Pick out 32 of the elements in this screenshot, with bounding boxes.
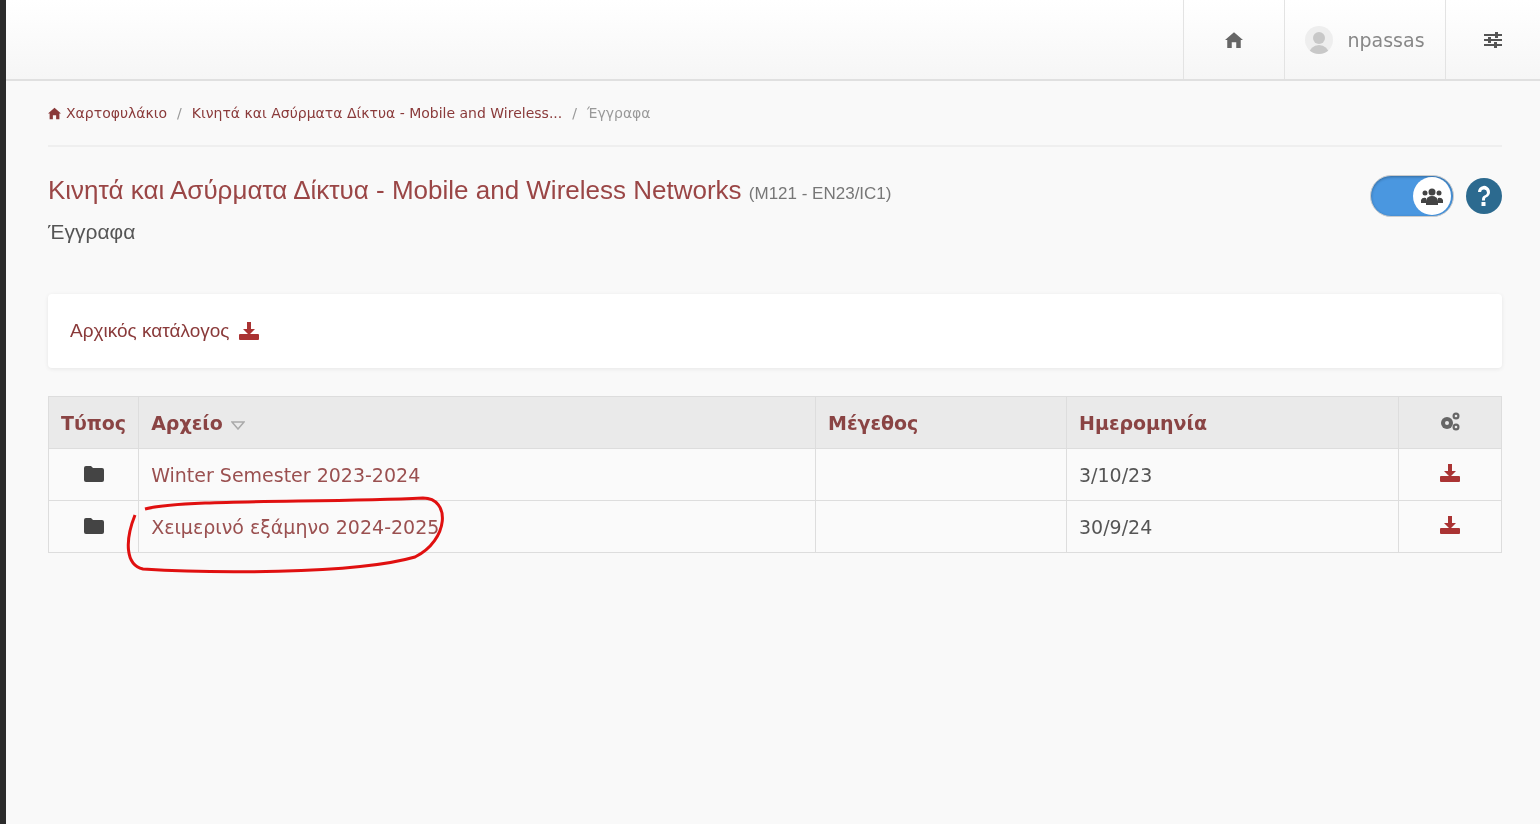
gears-icon: [1439, 410, 1461, 431]
folder-icon: [83, 465, 104, 482]
view-toggle[interactable]: [1370, 175, 1454, 217]
root-directory-link[interactable]: Αρχικός κατάλογος: [70, 320, 260, 342]
breadcrumb-separator: /: [177, 105, 182, 121]
folder-icon: [83, 517, 104, 534]
users-icon: [1421, 187, 1443, 205]
column-header[interactable]: Αρχείο: [138, 396, 816, 449]
avatar-icon: [1305, 25, 1334, 54]
download-icon[interactable]: [1440, 463, 1460, 482]
sliders-icon: [1484, 31, 1502, 48]
download-icon: [239, 322, 260, 340]
page-subtitle: Έγγραφα: [48, 220, 137, 244]
folder-link[interactable]: Χειμερινό εξάμηνο 2024-2025: [151, 515, 440, 538]
date-cell: 3/10/23: [1066, 448, 1399, 501]
breadcrumb-separator: /: [572, 105, 577, 121]
question-mark-icon: [1475, 184, 1493, 208]
user-menu[interactable]: npassas: [1284, 0, 1445, 79]
column-header[interactable]: Ημερομηνία: [1066, 396, 1399, 449]
course-title: Κινητά και Ασύρματα Δίκτυα - Mobile and Wireless Networks (M121 - EN23/IC1): [48, 175, 892, 206]
date-cell: 30/9/24: [1066, 500, 1399, 553]
home-icon: [1225, 30, 1243, 49]
download-icon[interactable]: [1440, 515, 1460, 534]
actions-header[interactable]: [1398, 396, 1502, 449]
folder-link[interactable]: Winter Semester 2023-2024: [151, 463, 421, 486]
column-header[interactable]: Τύπος: [48, 396, 139, 449]
breadcrumb-link[interactable]: Χαρτοφυλάκιο: [48, 105, 168, 121]
home-icon: [48, 106, 61, 120]
sort-caret-icon: [230, 420, 245, 430]
help-button[interactable]: [1466, 178, 1502, 214]
column-header[interactable]: Μέγεθος: [815, 396, 1067, 449]
breadcrumb-link[interactable]: Κινητά και Ασύρματα Δίκτυα - Mobile and Wireless...: [191, 105, 563, 121]
